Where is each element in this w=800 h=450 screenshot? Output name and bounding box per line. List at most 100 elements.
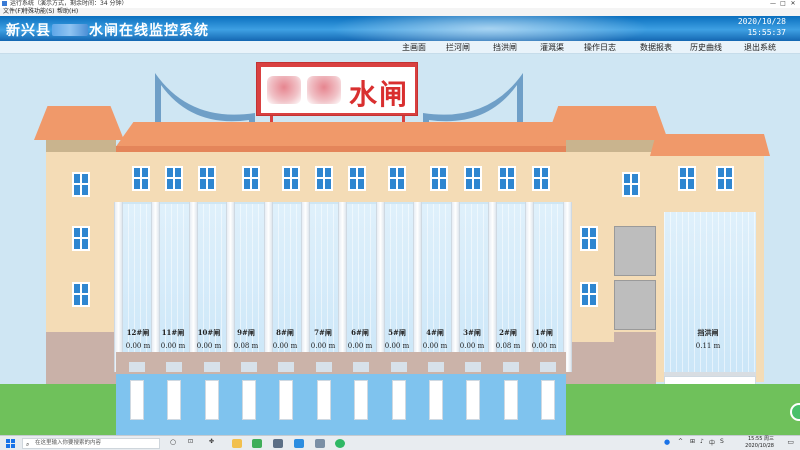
taskbar: ⌕ 在这里输入你要搜索的内容 ○ ⊡ ✤ ● ^ ⊞ ♪ 中 S 15:55 周…: [0, 435, 800, 450]
nav-data-report[interactable]: 数据报表: [640, 42, 672, 53]
app-icon-monitor[interactable]: [273, 439, 283, 448]
app-header: 新兴县 水闸在线监控系统 2020/10/28 15:55:37: [0, 16, 800, 41]
gate-value-3: 0.00 m: [459, 342, 485, 350]
sluice-scene: 水闸 12#闸 0.00 m 11#闸 0.00 m 10#闸 0.00 m 9…: [0, 54, 800, 435]
window: [622, 172, 640, 197]
gate-value-10: 0.00 m: [196, 342, 222, 350]
gate-name-10: 10#闸: [197, 328, 221, 337]
window: [532, 166, 550, 191]
window: [580, 226, 598, 251]
minimize-button[interactable]: —: [768, 0, 778, 8]
taskbar-search[interactable]: ⌕ 在这里输入你要搜索的内容: [22, 438, 160, 449]
gate-value-1: 0.00 m: [531, 342, 557, 350]
sluice-gate[interactable]: [279, 380, 294, 420]
gate-value-12: 0.00 m: [125, 342, 151, 350]
gate-name-8: 8#闸: [276, 328, 294, 337]
gate-value-5: 0.00 m: [384, 342, 410, 350]
gate-post: [540, 362, 557, 372]
gate-value-7: 0.00 m: [310, 342, 336, 350]
redacted-sign-char: [267, 76, 301, 104]
window: [242, 166, 260, 191]
gate-post: [240, 362, 257, 372]
main-roof: [115, 122, 575, 148]
tray-clock[interactable]: 15:55 周三 2020/10/28: [745, 436, 774, 450]
gate-value-2: 0.08 m: [495, 342, 521, 350]
gate-name-9: 9#闸: [237, 328, 255, 337]
right-tower-roof: [546, 106, 668, 140]
gate-post: [203, 362, 220, 372]
tray-app-icon[interactable]: ●: [664, 438, 670, 446]
sluice-sign: 水闸: [256, 62, 418, 116]
gate-post: [128, 362, 145, 372]
menu-file[interactable]: 文件(F): [3, 8, 23, 16]
window: [198, 166, 216, 191]
sluice-gate[interactable]: [354, 380, 369, 420]
redacted-sign-char: [307, 76, 341, 104]
window: [165, 166, 183, 191]
window: [678, 166, 696, 191]
network-icon[interactable]: ⊞: [690, 438, 695, 445]
notification-icon[interactable]: ▭: [787, 438, 794, 446]
sluice-gate[interactable]: [541, 380, 556, 420]
nav-irrigation[interactable]: 灌溉渠: [540, 42, 564, 53]
window: [132, 166, 150, 191]
menu-help[interactable]: 帮助(H): [57, 8, 78, 16]
wechat-icon[interactable]: [335, 439, 345, 448]
start-button[interactable]: [6, 439, 15, 448]
sluice-gate[interactable]: [466, 380, 481, 420]
nav-history-curve[interactable]: 历史曲线: [690, 42, 722, 53]
sluice-gate[interactable]: [316, 380, 331, 420]
chevron-up-icon[interactable]: ^: [678, 438, 683, 445]
close-button[interactable]: ✕: [788, 0, 798, 8]
sluice-gate[interactable]: [204, 380, 219, 420]
gate-post: [166, 362, 183, 372]
nav-operation-log[interactable]: 操作日志: [584, 42, 616, 53]
pillar: [562, 202, 572, 372]
gate-post: [502, 362, 519, 372]
window: [72, 172, 90, 197]
sluice-gate[interactable]: [241, 380, 256, 420]
window: [72, 226, 90, 251]
gate-name-2: 2#闸: [499, 328, 517, 337]
gate-value-4: 0.00 m: [422, 342, 448, 350]
sluice-gate[interactable]: [129, 380, 144, 420]
gate-name-11: 11#闸: [161, 328, 185, 337]
nav-barrage-gate[interactable]: 拦河闸: [446, 42, 470, 53]
sluice-gate[interactable]: [391, 380, 406, 420]
gate-name-3: 3#闸: [463, 328, 481, 337]
gate-value-8: 0.00 m: [272, 342, 298, 350]
gate-name-7: 7#闸: [314, 328, 332, 337]
sluice-gate[interactable]: [428, 380, 443, 420]
ime-indicator[interactable]: 中: [709, 438, 715, 447]
search-icon: ⌕: [26, 441, 30, 448]
gate-value-9: 0.08 m: [233, 342, 259, 350]
app-icon: [2, 1, 7, 6]
people-icon[interactable]: ✤: [209, 438, 214, 445]
tray-extra[interactable]: S: [720, 438, 724, 445]
gate-name-6: 6#闸: [351, 328, 369, 337]
header-time: 15:55:37: [747, 28, 786, 37]
gate-name-12: 12#闸: [126, 328, 150, 337]
sluice-gate[interactable]: [503, 380, 518, 420]
gate-base: [116, 352, 566, 376]
gate-post: [465, 362, 482, 372]
nav-flood-gate[interactable]: 挡洪闸: [493, 42, 517, 53]
nav-exit[interactable]: 退出系统: [744, 42, 776, 53]
app-icon-green[interactable]: [252, 439, 262, 448]
maximize-button[interactable]: □: [778, 0, 788, 8]
sign-text: 水闸: [349, 78, 410, 111]
gate-name-1: 1#闸: [535, 328, 553, 337]
task-view-icon[interactable]: ⊡: [188, 438, 193, 445]
menu-special[interactable]: 特殊功能(S): [22, 8, 55, 16]
sluice-gate[interactable]: [167, 380, 182, 420]
app-icon-blue[interactable]: [294, 439, 304, 448]
window-titlebar: 运行系统（演示方式，剩余时间：34 分钟） — □ ✕: [0, 0, 800, 8]
file-explorer-icon[interactable]: [232, 439, 242, 448]
window: [430, 166, 448, 191]
app-icon-window[interactable]: [315, 439, 325, 448]
volume-icon[interactable]: ♪: [700, 438, 704, 445]
window: [348, 166, 366, 191]
nav-main-screen[interactable]: 主画面: [402, 42, 426, 53]
cortana-icon[interactable]: ○: [170, 438, 176, 446]
roof-ornament-right: [423, 73, 523, 130]
